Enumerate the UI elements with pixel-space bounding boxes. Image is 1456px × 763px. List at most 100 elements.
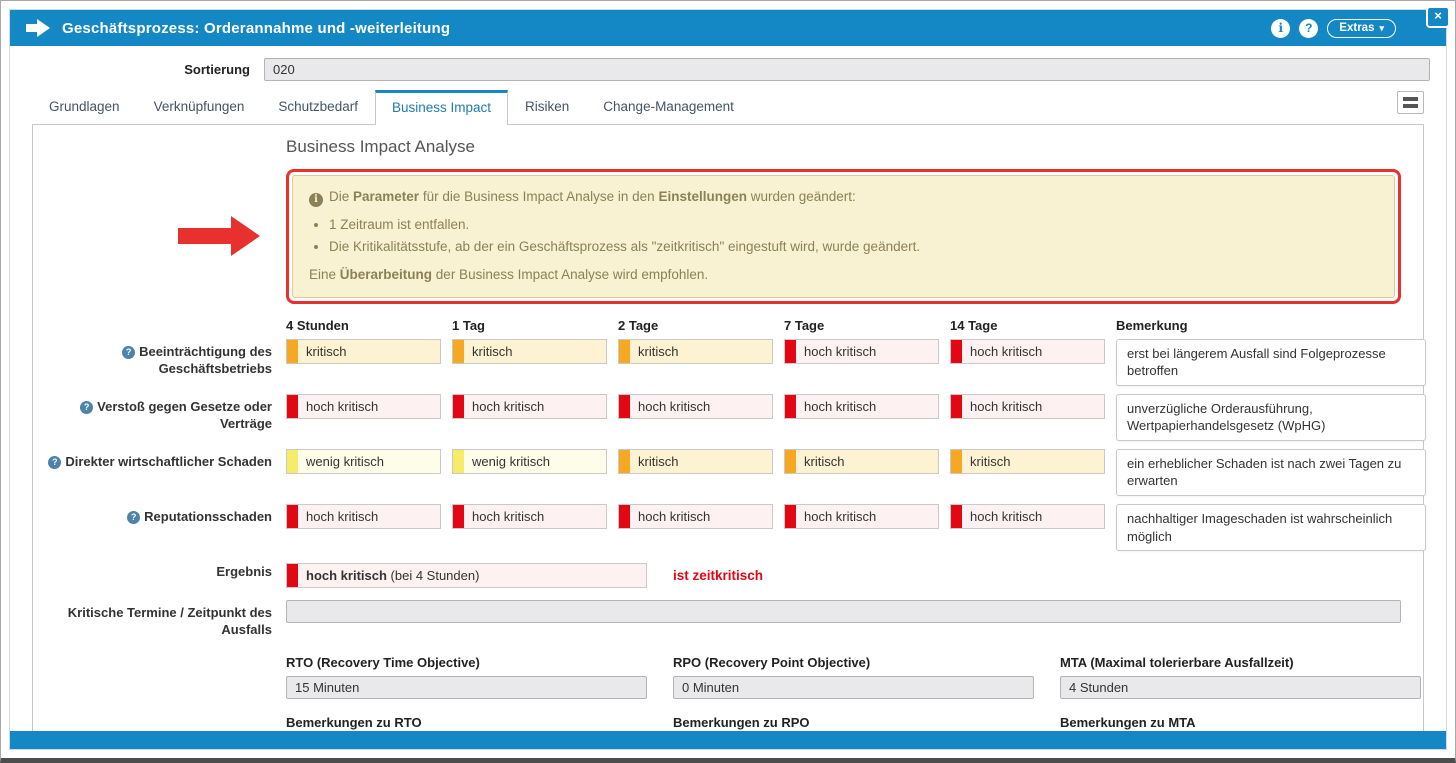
severity-cell[interactable]: kritisch [618, 339, 773, 364]
mta-column: MTA (Maximal tolerierbare Ausfallzeit) B… [1060, 655, 1421, 731]
list-view-toggle-icon[interactable] [1397, 91, 1424, 114]
rpo-input[interactable] [673, 676, 1034, 699]
severity-bar [619, 450, 630, 473]
ergebnis-row: hoch kritisch (bei 4 Stunden) ist zeitkr… [286, 563, 1423, 588]
severity-bar [287, 395, 298, 418]
notice-bullet: Die Kritikalitätsstufe, ab der ein Gesch… [329, 237, 1378, 257]
annotation-outline: iDie Parameter für die Business Impact A… [286, 169, 1401, 304]
severity-bar [785, 505, 796, 528]
table-row: ?Beeinträchtigung des Geschäftsbetriebs … [33, 339, 1423, 386]
close-button[interactable]: × [1426, 6, 1450, 28]
help-icon[interactable]: ? [80, 401, 93, 414]
severity-cell[interactable]: hoch kritisch [784, 339, 939, 364]
severity-cell[interactable]: kritisch [286, 339, 441, 364]
severity-label: hoch kritisch [962, 509, 1042, 524]
column-header: 1 Tag [452, 318, 607, 339]
parameter-change-notice: iDie Parameter für die Business Impact A… [292, 175, 1395, 298]
kritische-termine-label: Kritische Termine / Zeitpunkt des Ausfal… [33, 600, 286, 639]
severity-cell[interactable]: hoch kritisch [784, 504, 939, 529]
bemerkung-field[interactable]: ein erheblicher Schaden ist nach zwei Ta… [1116, 449, 1426, 496]
help-icon[interactable]: ? [122, 346, 135, 359]
sortierung-label: Sortierung [10, 62, 256, 77]
severity-bar [785, 395, 796, 418]
zeitkritisch-flag: ist zeitkritisch [673, 568, 763, 583]
ergebnis-field: hoch kritisch (bei 4 Stunden) [286, 563, 647, 588]
severity-cell[interactable]: hoch kritisch [286, 394, 441, 419]
column-header: Bemerkung [1116, 318, 1426, 339]
column-header: 14 Tage [950, 318, 1105, 339]
severity-cell[interactable]: hoch kritisch [286, 504, 441, 529]
severity-bar [951, 505, 962, 528]
severity-cell[interactable]: hoch kritisch [950, 339, 1105, 364]
rto-column: RTO (Recovery Time Objective) Bemerkunge… [286, 655, 647, 731]
row-label-verstoss: ?Verstoß gegen Gesetze oder Verträge [33, 394, 286, 433]
screen: Geschäftsprozess: Orderannahme und -weit… [0, 0, 1456, 763]
tab-risiken[interactable]: Risiken [508, 89, 586, 124]
severity-cell[interactable]: hoch kritisch [618, 394, 773, 419]
severity-label: kritisch [630, 454, 678, 469]
rto-bemerkung-label: Bemerkungen zu RTO [286, 715, 647, 730]
severity-bar [453, 340, 464, 363]
severity-cell[interactable]: kritisch [618, 449, 773, 474]
severity-cell[interactable]: kritisch [950, 449, 1105, 474]
severity-bar [453, 505, 464, 528]
ergebnis-value: hoch kritisch (bei 4 Stunden) [298, 568, 479, 583]
extras-button[interactable]: Extras▾ [1327, 19, 1396, 38]
annotation-arrow [178, 216, 260, 256]
severity-label: kritisch [962, 454, 1010, 469]
bemerkung-field[interactable]: erst bei längerem Ausfall sind Folgeproz… [1116, 339, 1426, 386]
severity-bar [951, 450, 962, 473]
severity-label: hoch kritisch [464, 399, 544, 414]
table-row: ?Reputationsschaden hoch kritisch hoch k… [33, 504, 1423, 551]
severity-cell[interactable]: wenig kritisch [286, 449, 441, 474]
severity-cell[interactable]: hoch kritisch [618, 504, 773, 529]
sortierung-input[interactable] [264, 58, 1430, 81]
severity-cell[interactable]: wenig kritisch [452, 449, 607, 474]
severity-cell[interactable]: hoch kritisch [452, 394, 607, 419]
notice-bullets: 1 Zeitraum ist entfallen. Die Kritikalit… [313, 215, 1378, 256]
process-arrow-icon [26, 19, 50, 37]
severity-label: kritisch [796, 454, 844, 469]
window-body: Sortierung Grundlagen Verknüpfungen Schu… [10, 46, 1446, 731]
severity-label: hoch kritisch [796, 344, 876, 359]
tab-change-management[interactable]: Change-Management [586, 89, 751, 124]
help-icon[interactable]: ? [127, 511, 140, 524]
severity-label: hoch kritisch [298, 509, 378, 524]
rto-input[interactable] [286, 676, 647, 699]
impact-column-headers: 4 Stunden 1 Tag 2 Tage 7 Tage 14 Tage Be… [286, 318, 1426, 339]
severity-cell[interactable]: kritisch [452, 339, 607, 364]
tab-grundlagen[interactable]: Grundlagen [32, 89, 137, 124]
kritische-termine-input[interactable] [286, 600, 1401, 623]
window-title: Geschäftsprozess: Orderannahme und -weit… [62, 20, 450, 37]
severity-bar [951, 395, 962, 418]
severity-label: hoch kritisch [464, 509, 544, 524]
bemerkung-field[interactable]: nachhaltiger Imageschaden ist wahrschein… [1116, 504, 1426, 551]
severity-label: kritisch [630, 344, 678, 359]
severity-cell[interactable]: hoch kritisch [950, 394, 1105, 419]
bemerkung-field[interactable]: unverzügliche Orderausführung, Wertpapie… [1116, 394, 1426, 441]
sortierung-row: Sortierung [10, 58, 1430, 81]
mta-input[interactable] [1060, 676, 1421, 699]
notice-outro: Eine Überarbeitung der Business Impact A… [309, 265, 1378, 285]
column-header: 4 Stunden [286, 318, 441, 339]
help-icon[interactable]: ? [48, 456, 61, 469]
severity-bar [619, 505, 630, 528]
severity-bar [287, 450, 298, 473]
ergebnis-label: Ergebnis [33, 559, 286, 581]
severity-bar [287, 340, 298, 363]
severity-bar [785, 340, 796, 363]
severity-cell[interactable]: kritisch [784, 449, 939, 474]
tab-verknuepfungen[interactable]: Verknüpfungen [137, 89, 262, 124]
rto-label: RTO (Recovery Time Objective) [286, 655, 647, 670]
severity-cell[interactable]: hoch kritisch [950, 504, 1105, 529]
info-icon[interactable]: i [1271, 19, 1290, 38]
rpo-bemerkung-label: Bemerkungen zu RPO [673, 715, 1034, 730]
severity-bar [951, 340, 962, 363]
severity-label: hoch kritisch [630, 399, 710, 414]
severity-cell[interactable]: hoch kritisch [784, 394, 939, 419]
dialog-window: Geschäftsprozess: Orderannahme und -weit… [9, 9, 1447, 750]
tab-schutzbedarf[interactable]: Schutzbedarf [261, 89, 375, 124]
severity-cell[interactable]: hoch kritisch [452, 504, 607, 529]
help-icon[interactable]: ? [1299, 19, 1318, 38]
tab-business-impact[interactable]: Business Impact [375, 90, 508, 125]
